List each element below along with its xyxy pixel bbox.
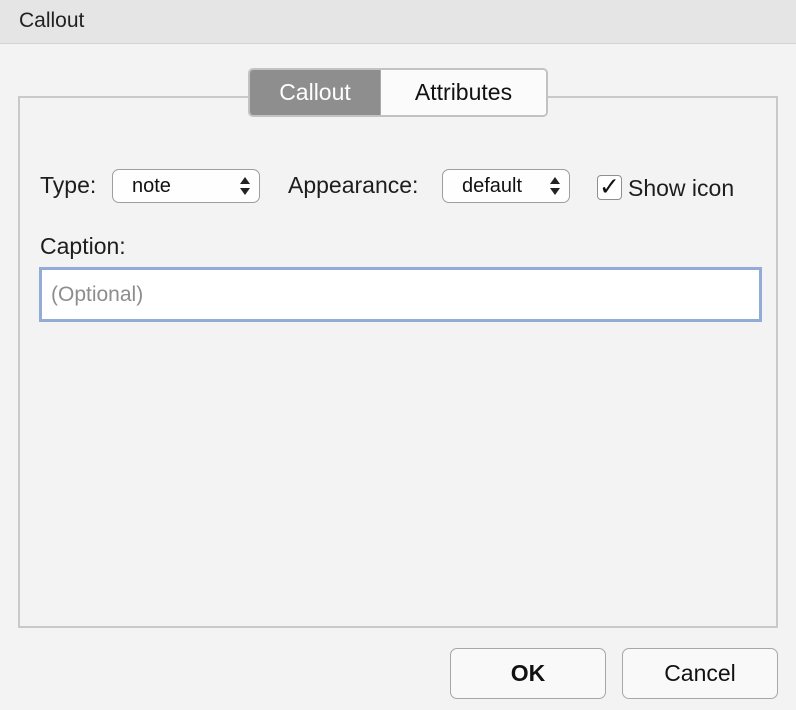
appearance-label: Appearance: (288, 172, 419, 198)
show-icon-label[interactable]: Show icon (628, 175, 734, 202)
checkmark-icon: ✓ (599, 173, 620, 201)
window-title: Callout (19, 9, 85, 32)
type-select[interactable]: note (112, 169, 260, 203)
show-icon-checkbox[interactable]: ✓ (597, 173, 622, 201)
type-label: Type: (40, 172, 97, 198)
ok-button[interactable]: OK (450, 648, 606, 699)
tab-callout[interactable]: Callout (250, 70, 381, 115)
tab-bar: Callout Attributes (248, 68, 548, 117)
cancel-button[interactable]: Cancel (622, 648, 778, 699)
appearance-select[interactable]: default (442, 169, 570, 203)
type-select-value: note (132, 175, 171, 197)
caption-input[interactable] (39, 267, 762, 322)
callout-dialog: Callout Callout Attributes Type: note Ap… (0, 0, 796, 710)
title-bar: Callout (0, 0, 796, 44)
caption-label: Caption: (40, 233, 126, 259)
up-down-chevron-icon (240, 177, 250, 195)
up-down-chevron-icon (550, 177, 560, 195)
appearance-select-value: default (462, 175, 523, 197)
tab-attributes[interactable]: Attributes (381, 70, 546, 115)
